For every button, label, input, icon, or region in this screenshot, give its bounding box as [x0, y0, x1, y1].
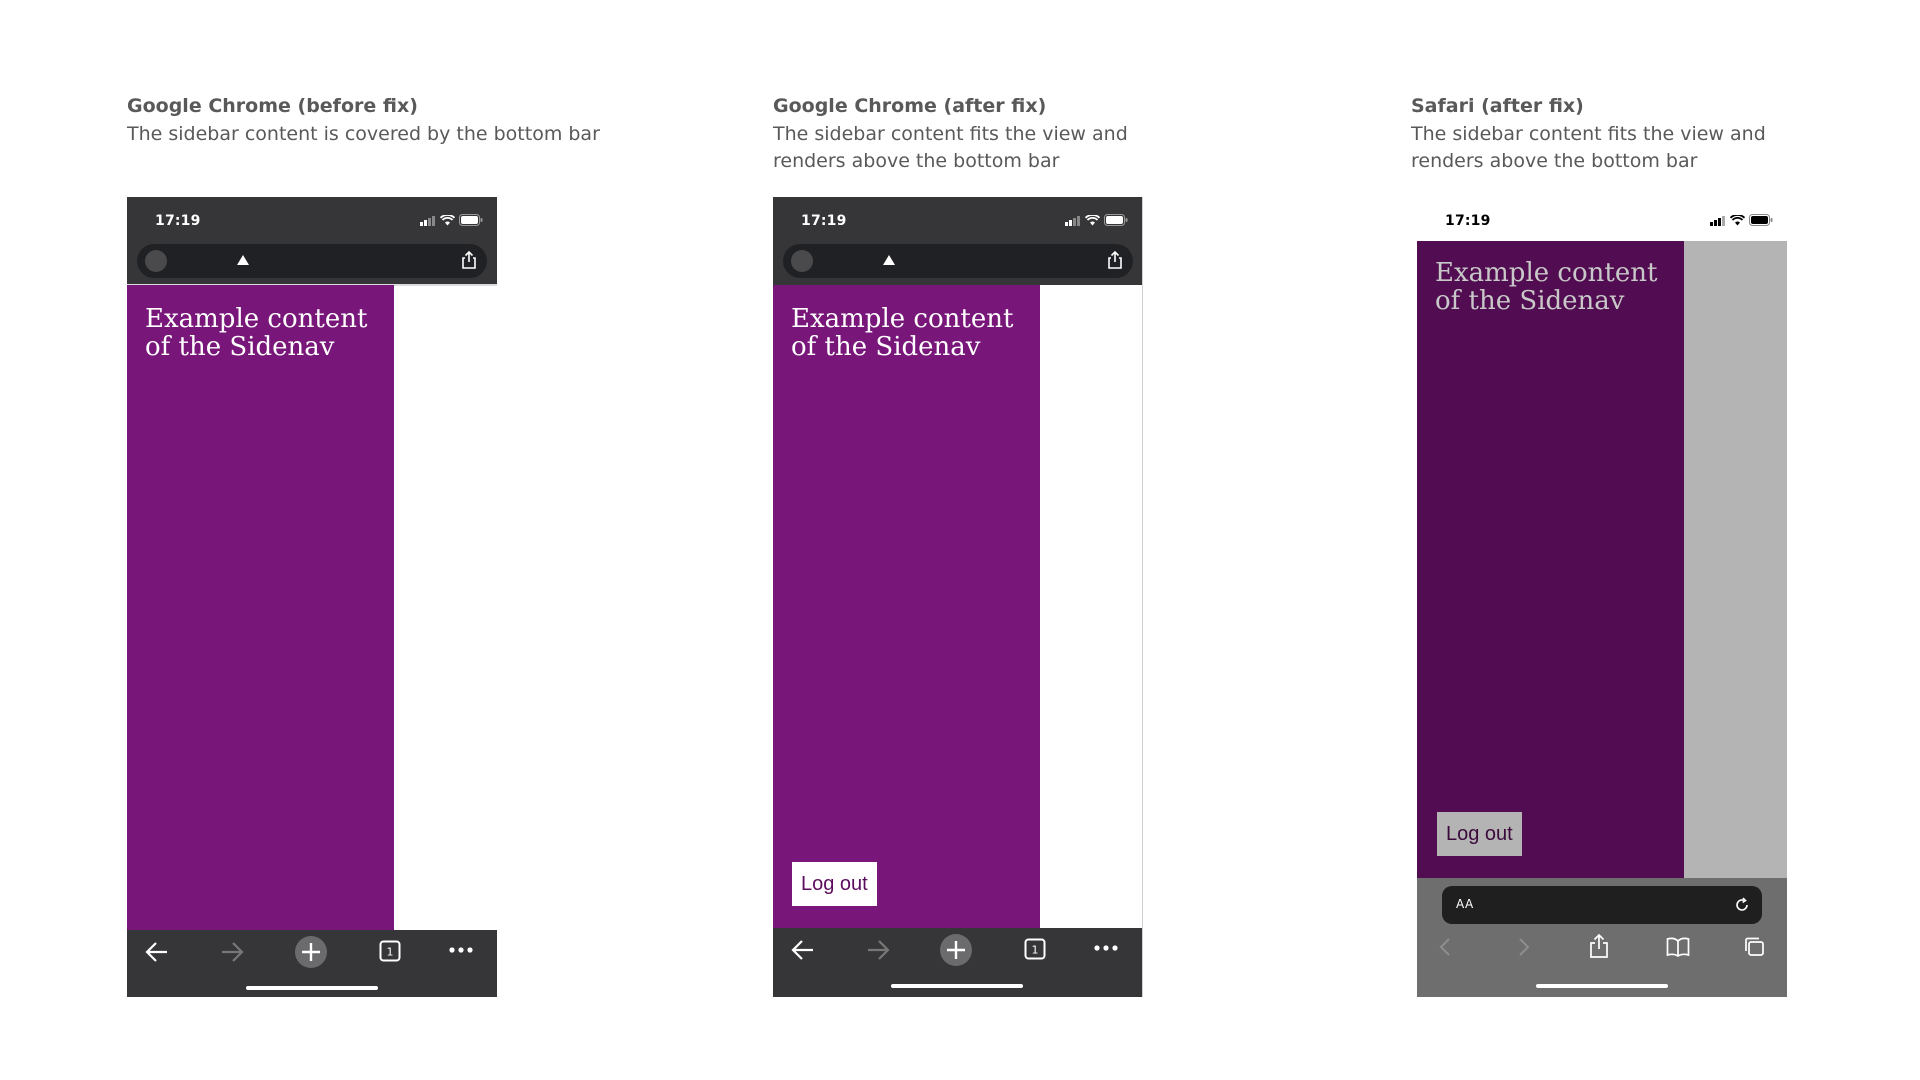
logout-button[interactable]: Log out [792, 862, 877, 906]
back-arrow-icon[interactable] [791, 939, 815, 961]
status-time: 17:19 [1445, 213, 1491, 229]
forward-arrow-icon[interactable] [1518, 937, 1530, 957]
panel-description: The sidebar content is covered by the bo… [127, 123, 600, 145]
triangle-icon [237, 255, 249, 265]
phone-screenshot: 17:19 Example content of the Sidenav Log… [1417, 197, 1787, 997]
address-bar[interactable] [137, 244, 487, 278]
status-time: 17:19 [155, 213, 201, 229]
share-icon[interactable] [1589, 934, 1609, 958]
sidenav-content: Example content of the Sidenav [145, 304, 368, 362]
phone-screenshot: 17:19 Example content of the Sidenav 1 [127, 197, 497, 997]
sidenav-content: Example content of the Sidenav [791, 304, 1014, 362]
wifi-icon [1730, 214, 1745, 225]
share-icon[interactable] [461, 251, 477, 269]
battery-icon [1104, 214, 1128, 226]
panel-title: Google Chrome (before fix) [127, 95, 418, 117]
more-dots-icon[interactable] [1094, 945, 1118, 951]
triangle-icon [883, 255, 895, 265]
back-arrow-icon[interactable] [1439, 937, 1451, 957]
incognito-icon[interactable] [791, 250, 813, 272]
status-icons [420, 214, 483, 226]
incognito-icon[interactable] [145, 250, 167, 272]
status-bar: 17:19 [127, 197, 497, 242]
address-bar[interactable] [783, 244, 1133, 278]
status-bar: 17:19 [1417, 197, 1787, 241]
status-bar: 17:19 [773, 197, 1142, 242]
wifi-icon [440, 214, 455, 225]
bottom-bar: AA [1417, 878, 1787, 997]
bottom-bar: 1 [773, 928, 1142, 997]
tab-switcher-icon[interactable]: 1 [1024, 938, 1046, 960]
reload-icon[interactable] [1734, 897, 1750, 913]
battery-icon [1749, 214, 1773, 226]
forward-arrow-icon[interactable] [866, 939, 890, 961]
panel-description: The sidebar content fits the view and re… [1411, 123, 1766, 172]
sidenav-content: Example content of the Sidenav [1435, 258, 1658, 316]
address-bar[interactable]: AA [1442, 886, 1762, 924]
svg-text:1: 1 [387, 946, 394, 959]
plus-icon[interactable] [940, 934, 972, 966]
home-indicator [891, 984, 1023, 988]
sidenav: Example content of the Sidenav Log out [1417, 241, 1684, 878]
book-icon[interactable] [1666, 937, 1690, 957]
signal-icon [1710, 215, 1725, 226]
status-icons [1065, 214, 1128, 226]
back-arrow-icon[interactable] [145, 941, 169, 963]
home-indicator [246, 986, 378, 990]
panel-title: Google Chrome (after fix) [773, 95, 1047, 117]
forward-arrow-icon[interactable] [220, 941, 244, 963]
battery-icon [459, 214, 483, 226]
signal-icon [1065, 215, 1080, 226]
more-dots-icon[interactable] [449, 947, 473, 953]
share-icon[interactable] [1107, 251, 1123, 269]
tabs-overview-icon[interactable] [1743, 937, 1765, 957]
svg-text:1: 1 [1032, 944, 1039, 957]
status-icons [1710, 214, 1773, 226]
text-size-button[interactable]: AA [1456, 897, 1474, 911]
signal-icon [420, 215, 435, 226]
bottom-bar: 1 [127, 930, 497, 997]
tab-switcher-icon[interactable]: 1 [379, 940, 401, 962]
panel-description: The sidebar content fits the view and re… [773, 123, 1128, 172]
phone-screenshot: 17:19 Example content of the Sidenav Log… [773, 197, 1143, 997]
wifi-icon [1085, 214, 1100, 225]
plus-icon[interactable] [295, 936, 327, 968]
home-indicator [1536, 984, 1668, 988]
sidenav: Example content of the Sidenav [127, 285, 394, 930]
sidenav: Example content of the Sidenav Log out [773, 285, 1040, 928]
logout-button[interactable]: Log out [1437, 812, 1522, 856]
status-time: 17:19 [801, 213, 847, 229]
panel-title: Safari (after fix) [1411, 95, 1584, 117]
